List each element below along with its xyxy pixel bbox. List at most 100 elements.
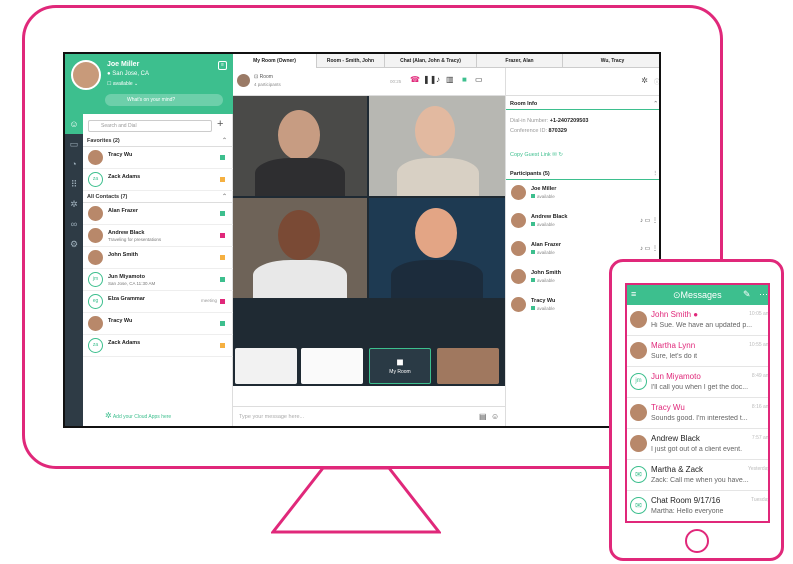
message-avatar [630, 342, 647, 359]
emoji-icon[interactable]: ☺ [491, 412, 499, 421]
email-icon[interactable]: ✉ [552, 152, 557, 158]
conference-id-value: 870329 [548, 128, 567, 134]
participant-controls[interactable]: ♪ ▭ ⋮ [640, 245, 658, 252]
cloud-apps-nav-icon[interactable]: ✲ [65, 194, 83, 214]
favorites-header[interactable]: Favorites (2) ⌃ [83, 136, 233, 147]
participant-row[interactable]: Andrew Black available ♪ ▭ ⋮ [506, 210, 659, 232]
search-input[interactable]: Search and Dial [88, 120, 212, 132]
video-camera-icon[interactable]: ■ [462, 75, 467, 84]
chevron-up-icon[interactable]: ⌃ [222, 192, 227, 203]
contact-name: Alan Frazer [108, 208, 138, 214]
self-view-thumbnail[interactable] [437, 348, 499, 384]
contact-name: Zack Adams [108, 340, 141, 346]
message-input[interactable]: Type your message here... [239, 414, 304, 420]
microphone-icon[interactable]: ♪ [436, 75, 440, 84]
user-avatar[interactable] [71, 60, 101, 90]
history-nav-icon[interactable]: ◔ [65, 154, 83, 174]
info-icon[interactable]: ⓘ [654, 77, 659, 86]
pause-icon[interactable]: ❚❚ [423, 75, 436, 84]
more-vertical-icon[interactable]: ⋮ [653, 168, 659, 180]
chevron-up-icon[interactable]: ⌃ [653, 98, 658, 110]
contact-row[interactable]: Tracy Wu [83, 147, 233, 169]
contact-row[interactable]: eg Elza Grammar meeting [83, 291, 233, 313]
participant-video-4[interactable] [369, 198, 505, 298]
add-contact-plus-icon[interactable]: + [217, 118, 223, 130]
refresh-icon[interactable]: ↻ [558, 152, 563, 158]
message-compose-bar[interactable]: Type your message here... ▤ ☺ [233, 406, 505, 426]
contact-list: Search and Dial + Favorites (2) ⌃ Tracy … [83, 114, 233, 426]
message-thread-row[interactable]: Tracy Wu 8:16 am Sounds good. I'm interest… [627, 398, 768, 429]
compose-pencil-icon[interactable]: ✎ [743, 289, 751, 300]
tab-1[interactable]: Room - Smith, John [317, 54, 385, 68]
tab-2[interactable]: Chat (Alan, John & Tracy) [385, 54, 477, 68]
annual-report-thumbnail[interactable] [301, 348, 363, 384]
user-status-dropdown[interactable]: ☐ available ⌄ [107, 81, 138, 87]
room-participants-count: 4 participants [254, 82, 281, 87]
contact-avatar: jm [88, 272, 103, 287]
tab-4[interactable]: Wu, Tracy [563, 54, 659, 68]
cloud-apps-icon: ✲ [105, 411, 112, 420]
contact-row[interactable]: John Smith [83, 247, 233, 269]
attach-file-icon[interactable]: ▤ [479, 412, 487, 421]
contacts-nav-icon[interactable]: ☺ [65, 114, 83, 134]
presence-indicator [220, 321, 225, 326]
message-preview: I just got out of a client event. [651, 446, 743, 453]
my-room-thumbnail[interactable]: ■ My Room [369, 348, 431, 384]
call-toolbar: ⊡ Room 4 participants 00:25 ☎ ❚❚ ♪ ▥ ■ ▭ [233, 68, 505, 96]
settings-gear-icon[interactable]: ⚙ [65, 234, 83, 254]
user-status-text: available [112, 81, 133, 87]
contact-row[interactable]: Tracy Wu [83, 313, 233, 335]
dialpad-nav-icon[interactable]: ⠿ [65, 174, 83, 194]
whats-on-your-mind-input[interactable]: What's on your mind? [105, 94, 223, 106]
message-thread-row[interactable]: ✉ Chat Room 9/17/16 Tuesday Martha: Hello e… [627, 491, 768, 521]
user-location-text: San Jose, CA [112, 71, 149, 77]
add-cloud-apps-link[interactable]: ✲ Add your Cloud Apps here [105, 411, 171, 420]
message-thread-row[interactable]: Martha Lynn 10:55 am Sure, let's do it [627, 336, 768, 367]
screen-layout-icon[interactable]: ▥ [446, 75, 454, 84]
contact-name: Tracy Wu [108, 152, 133, 158]
contact-row[interactable]: jm Jun Miyamoto San Jose, CA 11:30 AM [83, 269, 233, 291]
message-thread-row[interactable]: jm Jun Miyamoto 8:49 am I'll call you when … [627, 367, 768, 398]
nav-rail: ☺ ▭ ◔ ⠿ ✲ ∞ ⚙ [65, 114, 83, 426]
conversation-tabs: My Room (Owner) Room - Smith, John Chat (A… [233, 54, 659, 68]
participant-video-2[interactable] [369, 96, 505, 196]
contact-row[interactable]: Andrew Black Traveling for presentations [83, 225, 233, 247]
profile-menu-icon[interactable]: ≡ [218, 61, 227, 70]
hangup-icon[interactable]: ☎ [410, 75, 420, 84]
phone-home-button[interactable] [685, 529, 709, 553]
all-contacts-header[interactable]: All Contacts (7) ⌃ [83, 192, 233, 203]
room-info-header-label: Room Info [510, 101, 538, 107]
contact-row[interactable]: za Zack Adams [83, 335, 233, 357]
participant-row[interactable]: Alan Frazer available ♪ ▭ ⋮ [506, 238, 659, 260]
participant-video-1[interactable] [233, 96, 367, 196]
hamburger-menu-icon[interactable]: ≡ [631, 289, 636, 299]
message-thread-row[interactable]: Andrew Black 7:57 am I just got out of a c… [627, 429, 768, 460]
contact-row[interactable]: Alan Frazer [83, 203, 233, 225]
shared-document-thumbnail[interactable] [235, 348, 297, 384]
contact-row[interactable]: za Zack Adams [83, 169, 233, 191]
contact-name: John Smith [108, 252, 138, 258]
messages-nav-icon[interactable]: ▭ [65, 134, 83, 154]
tab-3[interactable]: Frazer, Alan [477, 54, 563, 68]
room-info-header[interactable]: Room Info ⌃ [506, 98, 659, 110]
message-thread-row[interactable]: ✉ Martha & Zack Yesterday Zack: Call me whe… [627, 460, 768, 491]
contact-avatar: za [88, 338, 103, 353]
participant-row[interactable]: Joe Miller available [506, 182, 659, 204]
cloud-apps-icon[interactable]: ✲ [641, 76, 648, 85]
participants-header[interactable]: Participants (5) ⋮ [506, 168, 659, 180]
participant-controls[interactable]: ♪ ▭ ⋮ [640, 217, 658, 224]
contact-avatar [88, 206, 103, 221]
participant-avatar [511, 241, 526, 256]
copy-guest-link[interactable]: Copy Guest Link ✉ ↻ [510, 152, 563, 158]
link-nav-icon[interactable]: ∞ [65, 214, 83, 234]
message-sender: Martha Lynn [651, 341, 695, 350]
participant-name: Alan Frazer [531, 242, 561, 248]
message-thread-row[interactable]: John Smith ● 10:05 am Hi Sue. We have an u… [627, 305, 768, 336]
tab-0[interactable]: My Room (Owner) [233, 54, 317, 68]
share-screen-icon[interactable]: ▭ [475, 75, 483, 84]
more-options-icon[interactable]: ⋯ [759, 289, 768, 300]
chevron-up-icon[interactable]: ⌃ [222, 136, 227, 147]
shared-content-strip: ■ My Room [233, 344, 505, 386]
call-timer: 00:25 [390, 79, 402, 84]
participant-video-3[interactable] [233, 198, 367, 298]
